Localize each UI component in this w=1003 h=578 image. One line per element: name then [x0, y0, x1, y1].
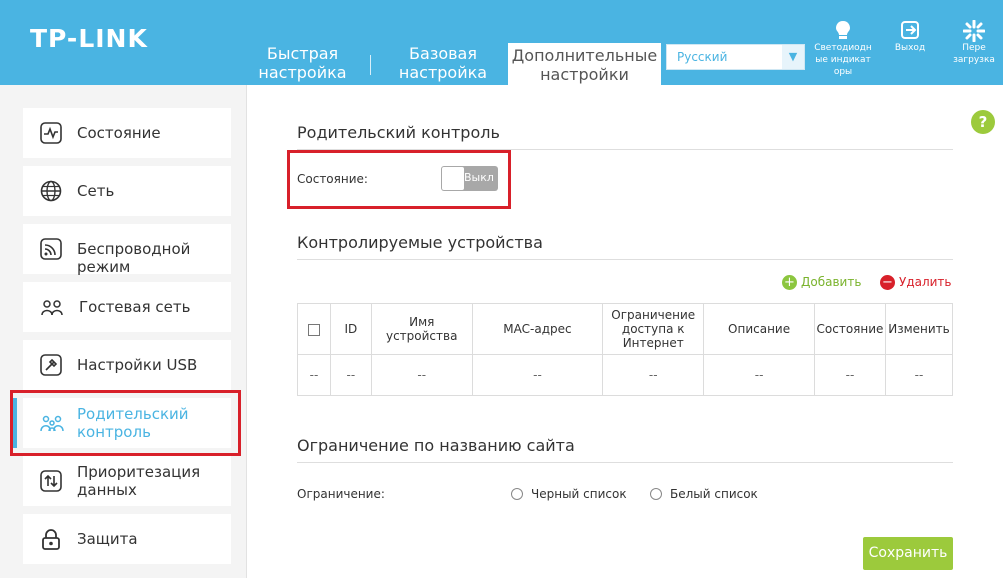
- column-header-description: Описание: [703, 303, 815, 355]
- parental-control-toggle[interactable]: Выкл: [441, 166, 498, 191]
- radio-circle: [650, 488, 662, 500]
- led-label-line2: ые индикат: [815, 55, 871, 65]
- parental-control-title: Родительский контроль: [297, 123, 500, 142]
- sidebar-item-security[interactable]: Защита: [23, 514, 231, 564]
- table-cell: --: [602, 354, 705, 396]
- toggle-state-text: Выкл: [464, 171, 494, 184]
- tp-link-logo: TP-LINK: [30, 24, 148, 53]
- column-header-device-name: Имя устройства: [370, 303, 473, 355]
- site-restriction-title: Ограничение по названию сайта: [297, 436, 575, 455]
- column-header-status: Состояние: [813, 303, 886, 355]
- sidebar-label-line2: данных: [77, 481, 137, 499]
- sidebar-item-label: Состояние: [77, 124, 161, 142]
- sidebar-item-label: Защита: [77, 530, 138, 548]
- language-select[interactable]: Русский ▼: [666, 44, 805, 70]
- annotation-highlight-sidebar: [10, 390, 241, 456]
- sidebar-item-label: Гостевая сеть: [79, 298, 191, 316]
- table-cell: --: [884, 354, 954, 396]
- sidebar-item-usb[interactable]: Настройки USB: [23, 340, 231, 390]
- table-cell: --: [703, 354, 815, 396]
- tab-divider: [370, 55, 371, 75]
- select-all-header: [297, 303, 331, 355]
- tab-advanced-line1: Дополнительные: [511, 46, 658, 65]
- sidebar-label-line1: Приоритезация: [77, 463, 201, 481]
- logout-icon: [888, 20, 932, 42]
- chevron-down-icon: ▼: [782, 45, 804, 69]
- divider: [297, 259, 953, 260]
- sidebar-item-wireless[interactable]: Беспроводной режим: [23, 224, 231, 276]
- select-all-checkbox[interactable]: [307, 323, 320, 336]
- devices-table: ID Имя устройства MAC-адрес Ограничение …: [297, 303, 954, 396]
- sidebar-item-label: Беспроводной режим: [77, 240, 191, 276]
- tab-quick-line1: Быстрая: [266, 44, 339, 63]
- restriction-label: Ограничение:: [297, 487, 385, 501]
- table-header-row: ID Имя устройства MAC-адрес Ограничение …: [297, 303, 954, 355]
- radio-circle: [511, 488, 523, 500]
- logout-label: Выход: [894, 43, 926, 53]
- blacklist-radio[interactable]: Черный список: [511, 487, 627, 501]
- column-header-edit: Изменить: [884, 303, 954, 355]
- guests-icon: [40, 296, 63, 318]
- activity-icon: [40, 122, 62, 144]
- led-label-line1: Светодиодн: [814, 43, 872, 53]
- tab-basic-setup[interactable]: Базовая настройка: [388, 44, 498, 85]
- globe-icon: [40, 180, 62, 202]
- reboot-button[interactable]: Пере загрузка: [950, 19, 998, 66]
- sidebar-item-network[interactable]: Сеть: [23, 166, 231, 216]
- lock-icon: [40, 528, 62, 550]
- help-icon[interactable]: ?: [971, 110, 995, 134]
- divider: [297, 462, 953, 463]
- led-button[interactable]: Светодиодн ые индикат оры: [812, 20, 874, 78]
- column-header-mac: MAC-адрес: [471, 303, 604, 355]
- minus-icon: −: [880, 275, 895, 290]
- priority-icon: [40, 470, 62, 492]
- table-cell: --: [471, 354, 604, 396]
- toggle-knob: [442, 167, 464, 190]
- tab-basic-line2: настройка: [398, 63, 488, 82]
- wifi-icon: [40, 238, 62, 260]
- blacklist-label: Черный список: [531, 487, 627, 501]
- tab-advanced-settings[interactable]: Дополнительные настройки: [508, 43, 661, 85]
- status-label: Состояние:: [297, 172, 368, 186]
- sidebar-item-label: Приоритезация данных: [77, 463, 200, 499]
- column-header-internet-limit: Ограничение доступа к Интернет: [602, 303, 705, 355]
- add-label: Добавить: [801, 275, 862, 289]
- delete-button[interactable]: − Удалить: [880, 275, 952, 290]
- sidebar-item-qos[interactable]: Приоритезация данных: [23, 456, 231, 506]
- reboot-label-line1: Пере: [962, 43, 986, 53]
- table-cell: --: [329, 354, 372, 396]
- table-cell: --: [297, 354, 331, 396]
- led-label-line3: оры: [833, 67, 853, 77]
- table-row: -- -- -- -- -- -- -- --: [297, 354, 954, 396]
- column-header-id: ID: [329, 303, 372, 355]
- reboot-label-line2: загрузка: [953, 55, 995, 65]
- main-content: ? Родительский контроль Состояние: Выкл …: [247, 85, 1003, 578]
- whitelist-radio[interactable]: Белый список: [650, 487, 758, 501]
- devices-title: Контролируемые устройства: [297, 233, 543, 252]
- delete-label: Удалить: [899, 275, 952, 289]
- usb-icon: [40, 354, 62, 376]
- whitelist-label: Белый список: [670, 487, 758, 501]
- sidebar: Состояние Сеть Беспроводной режим Гостев…: [0, 85, 247, 578]
- sidebar-item-label: Сеть: [77, 182, 115, 200]
- sidebar-item-status[interactable]: Состояние: [23, 108, 231, 158]
- tab-quick-line2: настройка: [258, 63, 347, 82]
- language-value: Русский: [677, 50, 728, 64]
- reboot-icon: [950, 19, 998, 43]
- sidebar-item-label: Настройки USB: [77, 356, 198, 374]
- table-cell: --: [813, 354, 886, 396]
- tab-basic-line1: Базовая: [409, 44, 477, 63]
- plus-icon: +: [782, 275, 797, 290]
- add-button[interactable]: + Добавить: [782, 275, 861, 290]
- bulb-icon: [812, 20, 874, 42]
- tab-quick-setup[interactable]: Быстрая настройка: [255, 44, 350, 85]
- logout-button[interactable]: Выход: [888, 20, 932, 54]
- table-cell: --: [370, 354, 473, 396]
- tab-advanced-line2: настройки: [540, 65, 629, 84]
- top-header: TP-LINK Быстрая настройка Базовая настро…: [0, 0, 1003, 85]
- sidebar-item-guest[interactable]: Гостевая сеть: [23, 282, 231, 332]
- save-button[interactable]: Сохранить: [863, 537, 953, 570]
